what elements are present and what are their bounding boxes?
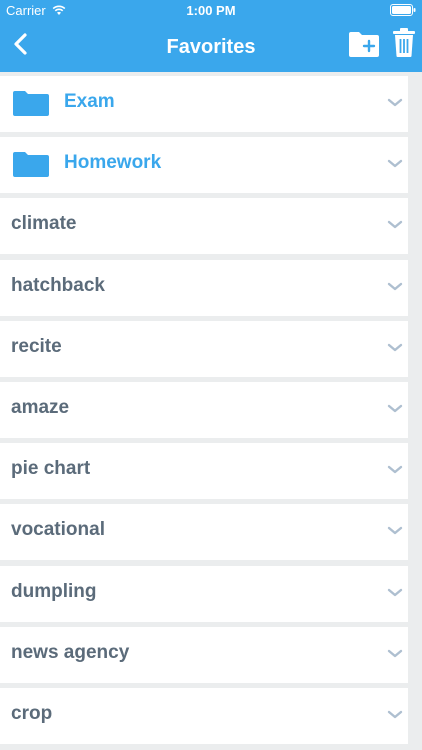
word-row-dumpling[interactable]: dumpling bbox=[0, 565, 408, 622]
folder-icon bbox=[13, 91, 49, 116]
folder-label: Exam bbox=[64, 91, 115, 112]
chevron-down-icon[interactable] bbox=[387, 649, 403, 659]
word-row-vocational[interactable]: vocational bbox=[0, 504, 408, 561]
trash-icon[interactable] bbox=[392, 28, 416, 58]
word-row-hatchback[interactable]: hatchback bbox=[0, 259, 408, 316]
chevron-down-icon[interactable] bbox=[387, 159, 403, 169]
word-row-climate[interactable]: climate bbox=[0, 198, 408, 255]
folder-plus-icon[interactable] bbox=[348, 30, 380, 58]
chevron-down-icon[interactable] bbox=[387, 588, 403, 598]
chevron-down-icon[interactable] bbox=[387, 465, 403, 475]
word-label: hatchback bbox=[11, 274, 105, 296]
folder-icon bbox=[13, 152, 49, 178]
status-bar: Carrier 1:00 PM bbox=[0, 0, 422, 22]
chevron-down-icon[interactable] bbox=[387, 526, 403, 536]
word-row-recite[interactable]: recite bbox=[0, 320, 408, 377]
word-label: news agency bbox=[11, 641, 130, 663]
word-label: pie chart bbox=[11, 458, 91, 480]
battery-icon bbox=[390, 4, 416, 16]
chevron-down-icon[interactable] bbox=[387, 404, 403, 414]
favorites-list: Exam Homework climate hatchback recite a… bbox=[0, 76, 422, 749]
chevron-down-icon[interactable] bbox=[387, 98, 403, 108]
chevron-down-icon[interactable] bbox=[387, 282, 403, 292]
word-row-amaze[interactable]: amaze bbox=[0, 381, 408, 438]
word-label: vocational bbox=[11, 519, 105, 541]
navigation-bar: Favorites bbox=[0, 22, 422, 72]
folder-row-homework[interactable]: Homework bbox=[0, 137, 408, 194]
word-row-crop[interactable]: crop bbox=[0, 687, 408, 744]
word-label: amaze bbox=[11, 396, 70, 418]
chevron-down-icon[interactable] bbox=[387, 220, 403, 230]
word-row-news-agency[interactable]: news agency bbox=[0, 626, 408, 683]
word-label: climate bbox=[11, 213, 77, 235]
folder-label: Homework bbox=[64, 152, 162, 174]
top-bar: Carrier 1:00 PM Favorites bbox=[0, 0, 422, 72]
word-label: recite bbox=[11, 335, 62, 357]
clock: 1:00 PM bbox=[186, 3, 236, 18]
chevron-down-icon[interactable] bbox=[387, 710, 403, 720]
word-label: dumpling bbox=[11, 580, 97, 602]
chevron-down-icon[interactable] bbox=[387, 343, 403, 353]
word-row-pie-chart[interactable]: pie chart bbox=[0, 443, 408, 500]
folder-row-exam[interactable]: Exam bbox=[0, 76, 408, 132]
word-label: crop bbox=[11, 702, 53, 724]
